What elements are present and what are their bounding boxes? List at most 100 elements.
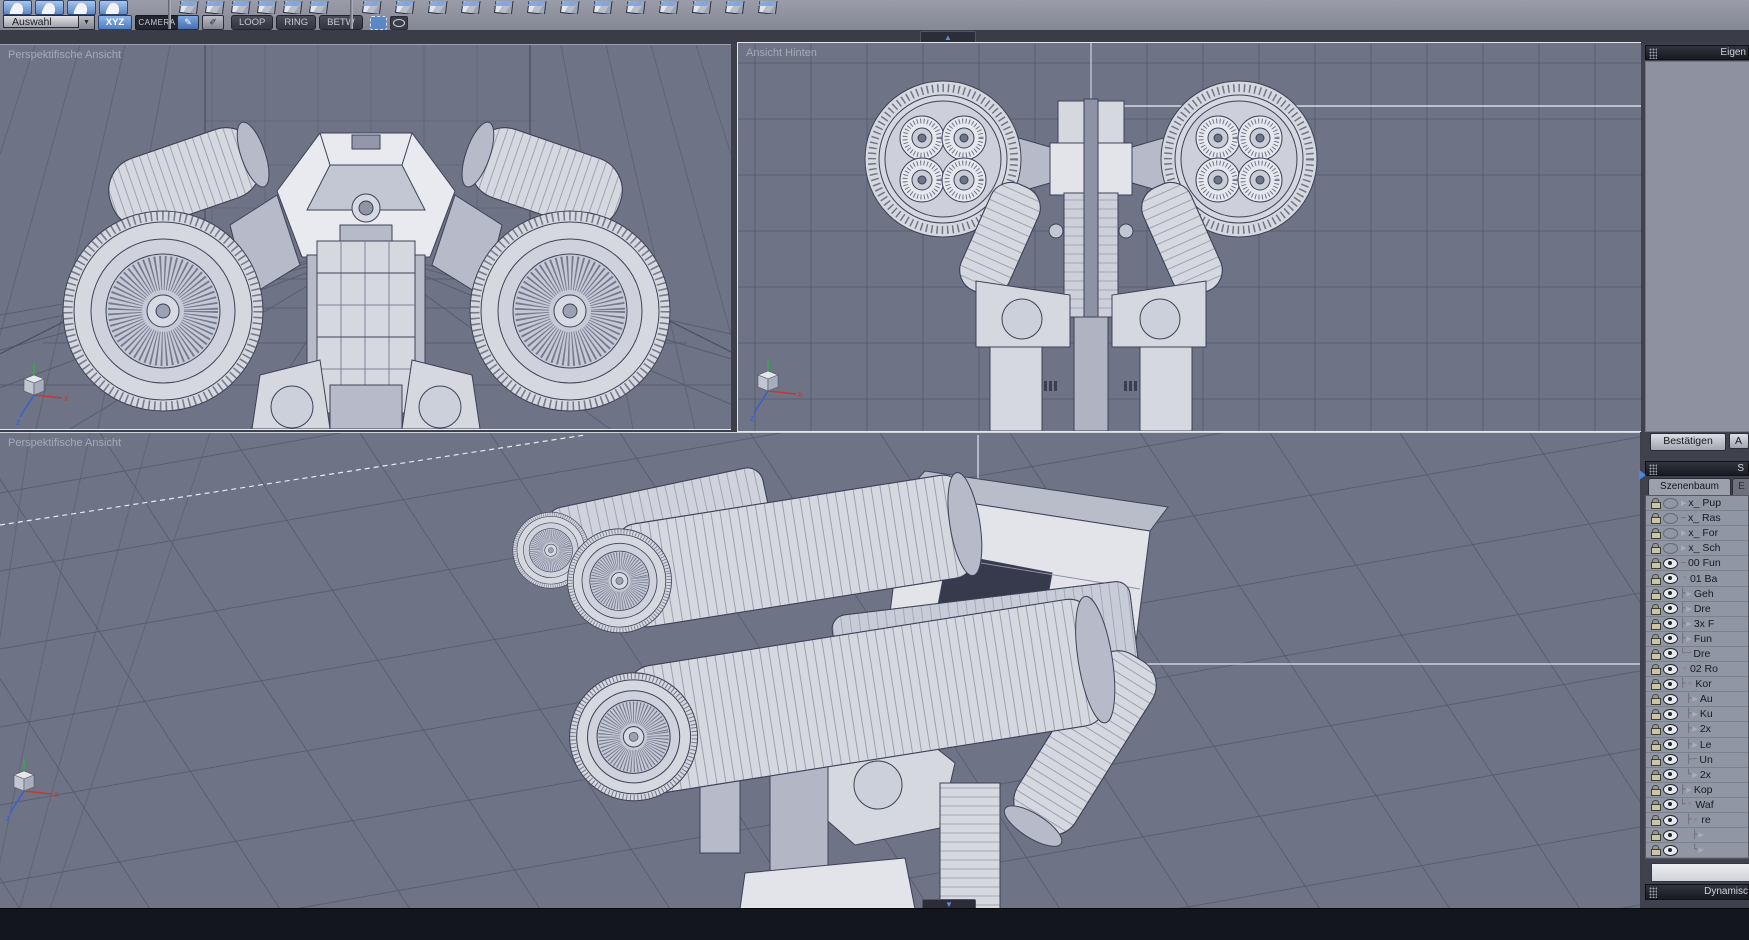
model-tool-7-icon[interactable] [558,1,581,14]
tree-item[interactable]: └ ▶ [1646,843,1748,858]
tree-item-ku[interactable]: ├ ▶ Ku [1646,707,1748,723]
poly-tool-5-icon[interactable] [281,1,304,14]
lock-icon[interactable] [1651,664,1661,676]
eye-icon[interactable] [1663,648,1678,660]
eye-icon[interactable] [1663,542,1678,554]
loop-button[interactable]: LOOP [231,15,274,30]
paint-selection-icon[interactable] [99,0,128,15]
lock-icon[interactable] [1651,618,1661,630]
lock-icon[interactable] [1651,815,1661,827]
lock-icon[interactable] [1651,784,1661,796]
tree-expand-icon[interactable]: ▶ [1692,771,1697,779]
viewport-perspective-bottom[interactable]: Perspektifische Ansicht x z [0,432,1640,909]
poly-tool-6-icon[interactable] [307,1,330,14]
tree-item-2x[interactable]: ├ ▶ 2x [1646,722,1748,738]
live-selection-icon[interactable] [3,0,32,15]
lock-icon[interactable] [1651,558,1661,570]
tree-item-un[interactable]: ├ ─ Un [1646,753,1748,768]
eye-icon[interactable] [1663,603,1678,615]
viewport-back-view[interactable]: Ansicht Hinten x z [737,42,1641,432]
tree-expand-icon[interactable]: ▶ [1692,741,1697,749]
tree-expand-icon[interactable]: ▶ [1681,544,1686,552]
tree-item-01-ba[interactable]: ▼ 01 Ba [1646,571,1748,587]
tree-item-fun[interactable]: ├ ▶ Fun [1646,632,1748,647]
tree-item-x-pup[interactable]: ▶ x_ Pup [1646,496,1748,512]
tab-second[interactable]: E [1732,478,1749,496]
model-tool-13-icon[interactable] [756,1,779,14]
lock-icon[interactable] [1651,603,1661,615]
lock-icon[interactable] [1651,799,1661,811]
tree-item-x-for[interactable]: ▶ x_ For [1646,526,1748,542]
lock-icon[interactable] [1651,543,1661,555]
xyz-button[interactable]: XYZ [98,15,132,30]
eye-icon[interactable] [1663,769,1678,781]
lock-icon[interactable] [1651,648,1661,660]
chevron-down-icon[interactable]: ▼ [79,15,95,30]
lock-icon[interactable] [1651,528,1661,540]
eye-icon[interactable] [1663,693,1678,705]
tree-expand-icon[interactable]: ▶ [1686,590,1691,598]
tree-expand-icon[interactable]: ▶ [1686,786,1691,794]
tree-expand-icon[interactable]: ▶ [1686,605,1691,613]
eye-icon[interactable] [1663,573,1678,585]
tree-item-x-sch[interactable]: ▶ x_ Sch [1646,541,1748,557]
lock-icon[interactable] [1651,845,1661,857]
eye-icon[interactable] [1663,678,1678,690]
tree-item-02-ro[interactable]: ▼ 02 Ro [1646,662,1748,678]
eye-icon[interactable] [1663,829,1678,841]
tree-item-le[interactable]: ├ ▶ Le [1646,738,1748,753]
panel-collapse-icon[interactable] [1639,470,1646,480]
eye-icon[interactable] [1663,512,1678,524]
poly-tool-2-icon[interactable] [203,1,226,14]
drag-grip-icon[interactable] [1649,48,1657,59]
tree-item[interactable]: ├ ▶ [1646,828,1748,844]
tree-item-waf[interactable]: └ ▼ Waf [1646,798,1748,813]
selection-dropdown[interactable]: Auswahl ▼ [3,15,95,30]
free-selection-icon[interactable] [35,0,64,15]
eye-icon[interactable] [1663,663,1678,675]
model-tool-10-icon[interactable] [657,1,680,14]
poly-tool-1-icon[interactable] [177,1,200,14]
model-tool-6-icon[interactable] [525,1,548,14]
brush-arrow-icon[interactable]: ✐ [202,15,224,30]
tree-expand-icon[interactable]: ▶ [1686,635,1691,643]
model-tool-3-icon[interactable] [426,1,449,14]
tree-expand-icon[interactable]: ▶ [1681,499,1686,507]
eye-icon[interactable] [1663,754,1678,766]
tree-item-geh[interactable]: ├ ▶ Geh [1646,587,1748,602]
tree-item-re[interactable]: ├ ▼ re [1646,813,1748,829]
lock-icon[interactable] [1651,633,1661,645]
tree-item-kor[interactable]: ├ ▼ Kor [1646,677,1748,693]
eye-icon[interactable] [1663,633,1678,645]
tree-item-00-fun[interactable]: ─ 00 Fun [1646,556,1748,572]
tree-expand-icon[interactable]: ▼ [1681,575,1688,582]
poly-tool-4-icon[interactable] [255,1,278,14]
viewport-perspective-top[interactable]: Perspektifische Ansicht x z [0,44,731,430]
tree-item-x-ras[interactable]: ─ x_ Ras [1646,511,1748,527]
lock-icon[interactable] [1651,769,1661,781]
brush-tool-icon[interactable]: ✎ [177,15,199,30]
model-tool-8-icon[interactable] [591,1,614,14]
lock-icon[interactable] [1651,513,1661,525]
tree-item-2x[interactable]: └ ▶ 2x [1646,768,1748,783]
lock-icon[interactable] [1651,679,1661,691]
camera-button[interactable]: CAMERA [135,15,179,30]
tree-expand-icon[interactable]: ▼ [1686,681,1693,688]
poly-tool-3-icon[interactable] [229,1,252,14]
tree-expand-icon[interactable]: ▶ [1692,695,1697,703]
abort-button[interactable]: A [1729,433,1749,449]
eye-icon[interactable] [1663,497,1678,509]
eye-icon[interactable] [1663,814,1678,826]
model-tool-5-icon[interactable] [492,1,515,14]
tree-item-kop[interactable]: ├ ▶ Kop [1646,783,1748,798]
model-tool-4-icon[interactable] [459,1,482,14]
eye-icon[interactable] [1663,618,1678,630]
lock-icon[interactable] [1651,830,1661,842]
eye-icon[interactable] [1663,527,1678,539]
lock-icon[interactable] [1651,709,1661,721]
rect-selection-icon[interactable] [67,0,96,15]
model-tool-1-icon[interactable] [360,1,383,14]
eye-icon[interactable] [1663,784,1678,796]
lock-icon[interactable] [1651,754,1661,766]
tree-item-dre[interactable]: ├ ▶ Dre [1646,602,1748,617]
